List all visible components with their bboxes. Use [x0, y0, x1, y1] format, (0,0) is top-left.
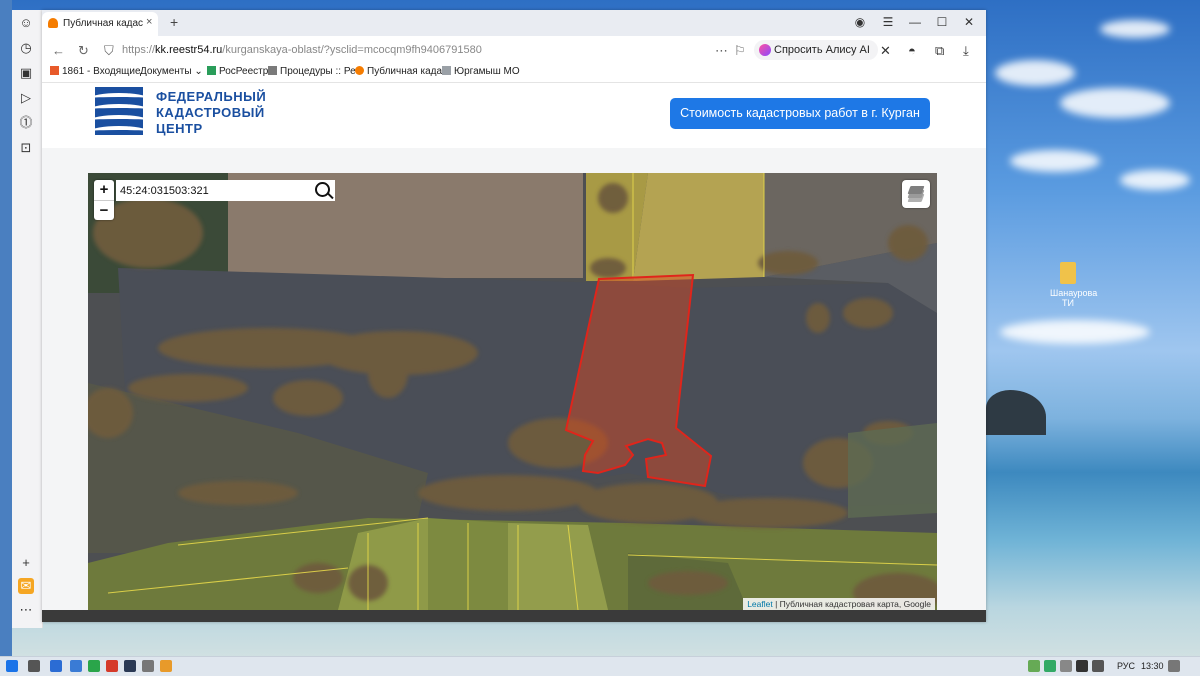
- zoom-in-button[interactable]: +: [94, 180, 114, 201]
- extension-icon[interactable]: ✕: [880, 43, 891, 59]
- bookmark-label: РосРеестр: [219, 66, 269, 77]
- cadastral-number-input[interactable]: [116, 180, 314, 201]
- page-icon: [442, 66, 451, 75]
- zoom-out-button[interactable]: −: [94, 201, 114, 221]
- notifications-icon[interactable]: [1168, 660, 1180, 672]
- logo-line-2: КАДАСТРОВЫЙ: [156, 105, 265, 120]
- desktop-folder[interactable]: Шанаурова ТИ: [1050, 262, 1097, 308]
- cadastral-cost-button[interactable]: Стоимость кадастровых работ в г. Курган: [670, 98, 930, 129]
- bookmark-cadastral[interactable]: Публичная кадас: [355, 66, 447, 77]
- add-panel-icon[interactable]: +: [18, 555, 34, 571]
- tray-icon[interactable]: [1060, 660, 1072, 672]
- translate-icon[interactable]: ⧉: [935, 43, 944, 59]
- tab-title: Публичная кадастровая: [63, 18, 143, 29]
- logo-line-1: ФЕДЕРАЛЬНЫЙ: [156, 89, 267, 104]
- minimize-icon[interactable]: —: [908, 15, 922, 29]
- url-scheme: https://: [122, 44, 156, 56]
- layers-icon[interactable]: [902, 180, 930, 208]
- tray-icon[interactable]: [1028, 660, 1040, 672]
- close-window-icon[interactable]: ✕: [962, 15, 976, 29]
- satellite-imagery: [88, 173, 937, 610]
- history-icon[interactable]: ◷: [18, 40, 34, 56]
- network-icon[interactable]: [1092, 660, 1104, 672]
- cadastral-map[interactable]: + − Leaflet | Публичная кадастровая карт…: [88, 173, 937, 610]
- tray-icon[interactable]: [1076, 660, 1088, 672]
- bookmark-inbox[interactable]: 1861 - Входящие: [50, 66, 141, 77]
- bookmarks-bar: 1861 - Входящие Документы ⌄ РосРеестр Пр…: [42, 64, 986, 83]
- task-view-icon[interactable]: [28, 660, 40, 672]
- browser-window: Публичная кадастровая × + ◉ ☰ — ☐ ✕ ← ↻ …: [42, 10, 986, 622]
- vivaldi-icon[interactable]: [106, 660, 118, 672]
- taskbar: РУС 13:30: [0, 656, 1200, 676]
- map-attribution: Leaflet | Публичная кадастровая карта, G…: [743, 598, 935, 610]
- ask-alice-button[interactable]: Спросить Алису AI: [754, 40, 878, 60]
- browser-side-panel: ☺ ◷ ▣ ▷ ⓵ ⊡ + ✉ ⋯: [12, 10, 43, 628]
- bookmark-label: Процедуры :: Ре: [280, 66, 356, 77]
- app-icon[interactable]: [160, 660, 172, 672]
- page-footer-bar: [42, 610, 986, 622]
- folder-icon: [1060, 262, 1076, 284]
- bookmark-yurgamysh[interactable]: Юргамыш МО: [442, 66, 520, 77]
- url-field[interactable]: https://kk.reestr54.ru/kurganskaya-oblas…: [122, 44, 482, 56]
- url-host: kk.reestr54.ru: [155, 44, 223, 56]
- url-path: /kurganskaya-oblast/?ysclid=mcocqm9fh940…: [222, 44, 482, 56]
- bookmark-procedures[interactable]: Процедуры :: Ре: [268, 66, 356, 77]
- app-icon[interactable]: [70, 660, 82, 672]
- profile-icon[interactable]: ◉: [853, 15, 867, 29]
- app-icon[interactable]: [50, 660, 62, 672]
- cadastral-search-box: [116, 180, 335, 201]
- app-icon[interactable]: [142, 660, 154, 672]
- web-page: ФЕДЕРАЛЬНЫЙ КАДАСТРОВЫЙ ЦЕНТР Стоимость …: [42, 83, 986, 622]
- tab-favicon-icon: [48, 18, 58, 28]
- bookmark-rosreestr[interactable]: РосРеестр: [207, 66, 268, 77]
- bookmark-label: Юргамыш МО: [454, 66, 520, 77]
- attribution-text: | Публичная кадастровая карта, Google: [772, 599, 931, 609]
- tab-bar: Публичная кадастровая × + ◉ ☰ — ☐ ✕: [42, 10, 986, 36]
- number-one-icon[interactable]: ⓵: [18, 115, 34, 131]
- new-tab-button[interactable]: +: [170, 14, 178, 30]
- bookmark-documents[interactable]: Документы ⌄: [140, 66, 203, 77]
- download-icon[interactable]: ⤓: [963, 43, 969, 59]
- fcc-logo-icon[interactable]: [95, 87, 143, 135]
- bookmark-label: 1861 - Входящие: [62, 66, 141, 77]
- bookmark-label: Документы: [140, 66, 192, 77]
- procedures-icon: [268, 66, 277, 75]
- address-bar: ← ↻ ⛉ https://kk.reestr54.ru/kurganskaya…: [42, 36, 986, 65]
- more-icon[interactable]: ⋯: [18, 602, 34, 618]
- mail-icon: [50, 66, 59, 75]
- leaflet-link[interactable]: Leaflet: [747, 599, 773, 609]
- tab-close-icon[interactable]: ×: [146, 16, 152, 28]
- yandex-profile-icon[interactable]: ☺: [18, 15, 34, 31]
- more-dots-icon[interactable]: ⋯: [715, 43, 728, 59]
- shield-app-icon[interactable]: [88, 660, 100, 672]
- tray-icon[interactable]: [1044, 660, 1056, 672]
- tab-cadastral-map[interactable]: Публичная кадастровая ×: [42, 12, 158, 36]
- clock[interactable]: 13:30: [1141, 661, 1164, 671]
- orange-house-icon: [355, 66, 364, 75]
- start-icon[interactable]: [6, 660, 18, 672]
- yandex-browser-icon[interactable]: [124, 660, 136, 672]
- maximize-icon[interactable]: ☐: [935, 15, 949, 29]
- video-icon[interactable]: ▷: [18, 90, 34, 106]
- mail-panel-icon[interactable]: ✉: [18, 578, 34, 594]
- rosreestr-icon: [207, 66, 216, 75]
- menu-icon[interactable]: ☰: [881, 15, 895, 29]
- chevron-down-icon: ⌄: [194, 66, 203, 77]
- input-language[interactable]: РУС: [1117, 661, 1135, 671]
- shield-icon[interactable]: ⛉: [104, 43, 114, 59]
- desktop-left-edge: [0, 0, 12, 660]
- collections-icon[interactable]: ▣: [18, 65, 34, 81]
- search-icon[interactable]: [315, 182, 330, 197]
- bookmark-icon[interactable]: ⚐: [734, 43, 746, 59]
- screenshot-icon[interactable]: ⊡: [18, 140, 34, 156]
- bookmark-label: Публичная кадас: [367, 66, 448, 77]
- back-icon[interactable]: ←: [52, 43, 65, 58]
- reload-icon[interactable]: ↻: [78, 43, 89, 59]
- logo-text[interactable]: ФЕДЕРАЛЬНЫЙ КАДАСТРОВЫЙ ЦЕНТР: [156, 89, 266, 137]
- logo-line-3: ЦЕНТР: [156, 121, 203, 136]
- incognito-icon[interactable]: ◓: [908, 43, 916, 58]
- island-silhouette: [986, 390, 1046, 435]
- zoom-control: + −: [94, 180, 114, 220]
- site-header: ФЕДЕРАЛЬНЫЙ КАДАСТРОВЫЙ ЦЕНТР Стоимость …: [42, 83, 986, 148]
